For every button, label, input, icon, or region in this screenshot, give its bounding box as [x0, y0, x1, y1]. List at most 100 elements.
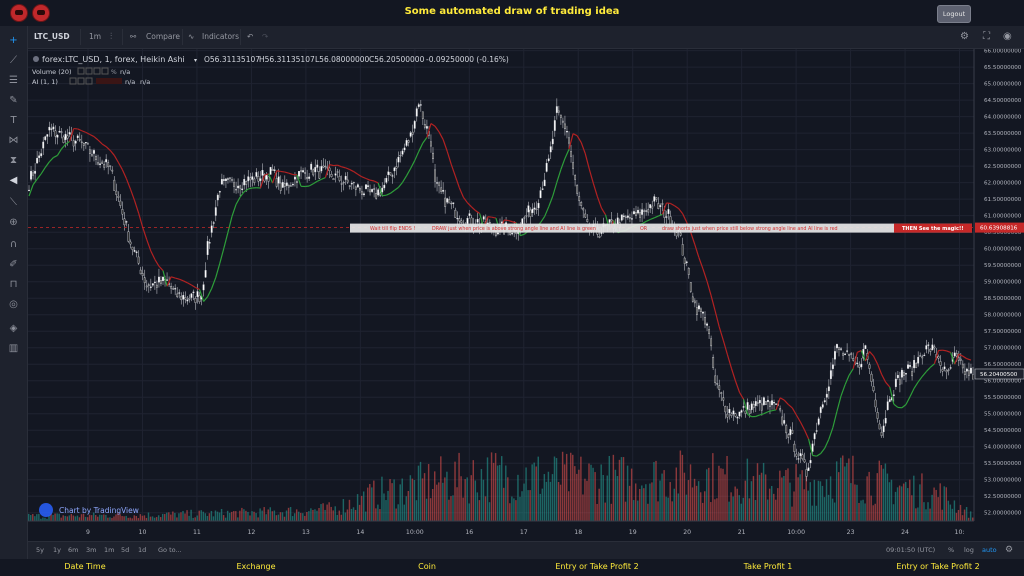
magnet-icon[interactable]: ∩	[7, 238, 20, 251]
volume-bar	[316, 510, 318, 521]
candle-body	[641, 209, 644, 215]
candle-body	[726, 413, 729, 418]
fullscreen-icon[interactable]: ⛶	[983, 26, 990, 48]
range-6m[interactable]: 6m	[68, 542, 78, 559]
candle-body	[559, 114, 562, 118]
price-tick-label: 54.50000000	[984, 428, 1022, 434]
eye-icon[interactable]: ◎	[7, 298, 20, 311]
volume-bar	[628, 485, 631, 521]
camera-icon[interactable]: ◉	[1003, 26, 1012, 48]
price-chart[interactable]: Wait till flip ENDS ! DRAW just when pric…	[28, 49, 1024, 541]
candle-body	[620, 214, 623, 221]
candle-body	[417, 104, 420, 107]
volume-bar	[448, 499, 450, 521]
pattern-icon[interactable]: ⋈	[7, 134, 20, 147]
ruler-icon[interactable]: ⟍	[7, 196, 20, 209]
volume-bar	[367, 487, 369, 521]
goto-button[interactable]: Go to...	[158, 542, 182, 559]
candle-body	[831, 364, 834, 369]
candle-body	[852, 357, 855, 361]
auto-toggle[interactable]: auto	[982, 542, 997, 559]
interval-button[interactable]: 1m	[89, 26, 101, 48]
volume-bar	[941, 509, 943, 521]
trend-line-icon[interactable]: ⟋	[7, 54, 20, 67]
stay-drawing-icon[interactable]: ✐	[7, 258, 20, 271]
volume-bar	[164, 514, 166, 521]
volume-bar	[961, 515, 964, 521]
volume-bar	[582, 494, 584, 521]
volume-bar	[797, 477, 799, 521]
indicators-icon[interactable]: ∿	[188, 26, 194, 48]
settings-icon[interactable]: ⚙	[960, 26, 969, 48]
ai-line-segment	[942, 349, 947, 352]
volume-bar	[846, 462, 848, 521]
legend-toggle-icon[interactable]	[33, 56, 39, 62]
candle-body	[222, 179, 225, 181]
crosshair-icon[interactable]: +	[7, 34, 20, 47]
trash-icon[interactable]: ▥	[7, 342, 20, 355]
volume-study-label[interactable]: Volume (20)	[32, 68, 72, 76]
volume-bar	[679, 450, 682, 521]
layers-icon[interactable]: ◈	[7, 322, 20, 335]
chart-type-icon[interactable]: ⫶	[110, 26, 112, 48]
log-toggle[interactable]: log	[964, 542, 974, 559]
percent-toggle[interactable]: %	[948, 542, 954, 559]
volume-bar	[732, 496, 734, 521]
undo-icon[interactable]: ↶	[247, 26, 253, 48]
zoom-icon[interactable]: ⊕	[7, 216, 20, 229]
volume-bar	[665, 496, 667, 521]
volume-bar	[214, 510, 217, 521]
pitchfork-icon[interactable]: ☰	[7, 74, 20, 87]
candle-body	[545, 162, 548, 172]
candle-body	[586, 219, 589, 222]
volume-bar	[273, 510, 276, 521]
candle-body	[626, 215, 629, 218]
compare-button[interactable]: Compare	[146, 26, 180, 48]
volume-bar	[109, 517, 111, 521]
range-1m[interactable]: 1m	[104, 542, 114, 559]
candle-body	[105, 159, 108, 163]
volume-bar	[391, 483, 393, 521]
candle-body	[655, 197, 658, 200]
indicators-button[interactable]: Indicators	[202, 26, 239, 48]
volume-bar	[178, 513, 180, 521]
candle-body	[172, 288, 175, 290]
range-1d[interactable]: 1d	[138, 542, 146, 559]
price-axis[interactable]: 52.00000000 52.50000000 53.00000000 53.5000…	[973, 49, 1024, 541]
range-5d[interactable]: 5d	[121, 542, 129, 559]
symbol-search[interactable]: LTC_USD	[34, 26, 70, 48]
volume-bar	[677, 493, 680, 521]
text-icon[interactable]: T	[7, 114, 20, 127]
candle-body	[109, 165, 112, 167]
logout-button[interactable]: Logout	[937, 5, 971, 23]
brush-icon[interactable]: ✎	[7, 94, 20, 107]
candle-body	[113, 179, 116, 191]
candle-body	[361, 191, 363, 195]
axis-settings-icon[interactable]: ⚙	[1005, 542, 1013, 559]
range-3m[interactable]: 3m	[86, 542, 96, 559]
range-5y[interactable]: 5y	[36, 542, 44, 559]
lock-icon[interactable]: ⊓	[7, 278, 20, 291]
ai-study-label[interactable]: AI (1, 1)	[32, 78, 58, 86]
volume-bar	[494, 453, 497, 521]
redo-icon[interactable]: ↷	[262, 26, 268, 48]
volume-bar	[872, 505, 874, 521]
candle-body	[72, 140, 75, 147]
prediction-icon[interactable]: ⧗	[7, 154, 20, 167]
legend-caret-icon[interactable]: ▾	[194, 57, 197, 64]
candle-body	[74, 140, 77, 144]
back-arrow-icon[interactable]: ◀	[7, 174, 20, 187]
candle-body	[277, 176, 280, 184]
volume-bar	[123, 516, 125, 521]
volume-bar	[78, 517, 81, 521]
volume-bar	[894, 491, 897, 521]
candle-body	[405, 140, 408, 146]
range-1y[interactable]: 1y	[53, 542, 61, 559]
candle-body	[564, 123, 566, 130]
volume-bar	[602, 474, 604, 521]
marker-price-label: 60.63908816	[980, 226, 1018, 232]
volume-bar	[450, 496, 452, 521]
candle-body	[80, 141, 83, 143]
compare-icon[interactable]: ⚯	[130, 26, 136, 48]
candle-body	[787, 434, 790, 438]
